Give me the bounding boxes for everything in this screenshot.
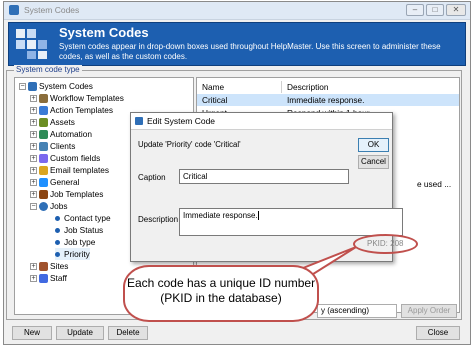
ok-button[interactable]: OK [358,138,389,152]
tree-item-contact-type[interactable]: Contact type [55,212,111,224]
window-title: System Codes [24,5,80,15]
apply-order-button[interactable]: Apply Order [401,304,457,318]
tree-root[interactable]: System Codes [28,80,93,92]
staff-icon [39,274,48,284]
tree-item-clients[interactable]: Clients [39,140,75,152]
action-icon [39,106,48,116]
general-icon [39,178,48,188]
tree-item-job-type[interactable]: Job type [55,236,95,248]
tree-item-sites[interactable]: Sites [39,260,68,272]
expand-toggle[interactable]: + [30,119,37,126]
text-cursor [257,211,259,221]
bullet-icon [55,252,60,258]
table-row-description[interactable]: Immediate response. [287,94,364,106]
description-label: Description [138,215,179,224]
maximize-button[interactable]: □ [426,4,444,16]
dialog-subtitle: Update 'Priority' code 'Critical' [138,140,241,149]
close-button[interactable]: Close [416,326,460,340]
new-button[interactable]: New [12,326,52,340]
expand-toggle[interactable]: + [30,143,37,150]
expand-toggle[interactable]: + [30,275,37,282]
callout-line-1: Each code has a unique ID number [126,276,316,290]
asset-icon [39,118,48,128]
caption-label: Caption [138,173,166,182]
cancel-button[interactable]: Cancel [358,155,389,169]
tree-item-job-status[interactable]: Job Status [55,224,103,236]
dialog-title-bar: Edit System Code [131,113,392,130]
header-banner: System Codes System codes appear in drop… [8,22,466,66]
description-textarea[interactable]: Immediate response. [179,208,403,236]
pkid-label: PKID: 208 [367,239,404,248]
bullet-icon [55,216,60,222]
page-title: System Codes [59,25,149,40]
bullet-icon [55,240,60,246]
expand-toggle[interactable]: + [30,179,37,186]
workflow-icon [39,94,48,104]
dialog-title: Edit System Code [147,116,216,126]
collapse-toggle[interactable]: − [30,203,37,210]
tree-item-email-templates[interactable]: Email templates [39,164,109,176]
app-icon [9,5,19,15]
tree-item-jobs[interactable]: Jobs [39,200,68,212]
pkid-callout: Each code has a unique ID number (PKID i… [123,265,319,322]
callout-line-2: (PKID in the database) [160,291,282,305]
job-templates-icon [39,190,48,200]
column-header-name[interactable]: Name [202,80,224,94]
page-description: System codes appear in drop-down boxes u… [59,42,441,61]
clients-icon [39,142,48,152]
jobs-icon [39,202,48,212]
automation-icon [39,130,48,140]
email-icon [39,166,48,176]
title-bar: System Codes – □ ✕ [4,2,470,20]
tree-item-priority[interactable]: Priority [55,248,90,260]
bullet-icon [55,228,60,234]
expand-toggle[interactable]: + [30,131,37,138]
tree-item-automation[interactable]: Automation [39,128,92,140]
tree-item-workflow-templates[interactable]: Workflow Templates [39,92,124,104]
partial-description-text: e used ... [417,179,452,189]
dialog-icon [135,117,143,125]
table-row-name[interactable]: Critical [202,94,227,106]
system-codes-icon [28,82,37,92]
expand-toggle[interactable]: + [30,95,37,102]
expand-toggle[interactable]: + [30,167,37,174]
expand-toggle[interactable]: + [30,155,37,162]
expand-toggle[interactable]: + [30,107,37,114]
tree-item-assets[interactable]: Assets [39,116,75,128]
close-window-button[interactable]: ✕ [446,4,466,16]
tree-item-job-templates[interactable]: Job Templates [39,188,103,200]
collapse-toggle[interactable]: − [19,83,26,90]
system-codes-logo-icon [16,29,47,59]
tree-item-general[interactable]: General [39,176,80,188]
group-label: System code type [14,65,82,74]
delete-button[interactable]: Delete [108,326,148,340]
expand-toggle[interactable]: + [30,191,37,198]
minimize-button[interactable]: – [406,4,424,16]
update-button[interactable]: Update [56,326,104,340]
caption-input[interactable]: Critical [179,169,349,184]
tree-item-staff[interactable]: Staff [39,272,67,284]
column-divider [281,81,282,93]
tree-item-action-templates[interactable]: Action Templates [39,104,113,116]
expand-toggle[interactable]: + [30,263,37,270]
sort-dropdown[interactable]: y (ascending) [317,304,397,318]
sites-icon [39,262,48,272]
column-header-description[interactable]: Description [287,80,329,94]
custom-fields-icon [39,154,48,164]
tree-item-custom-fields[interactable]: Custom fields [39,152,100,164]
